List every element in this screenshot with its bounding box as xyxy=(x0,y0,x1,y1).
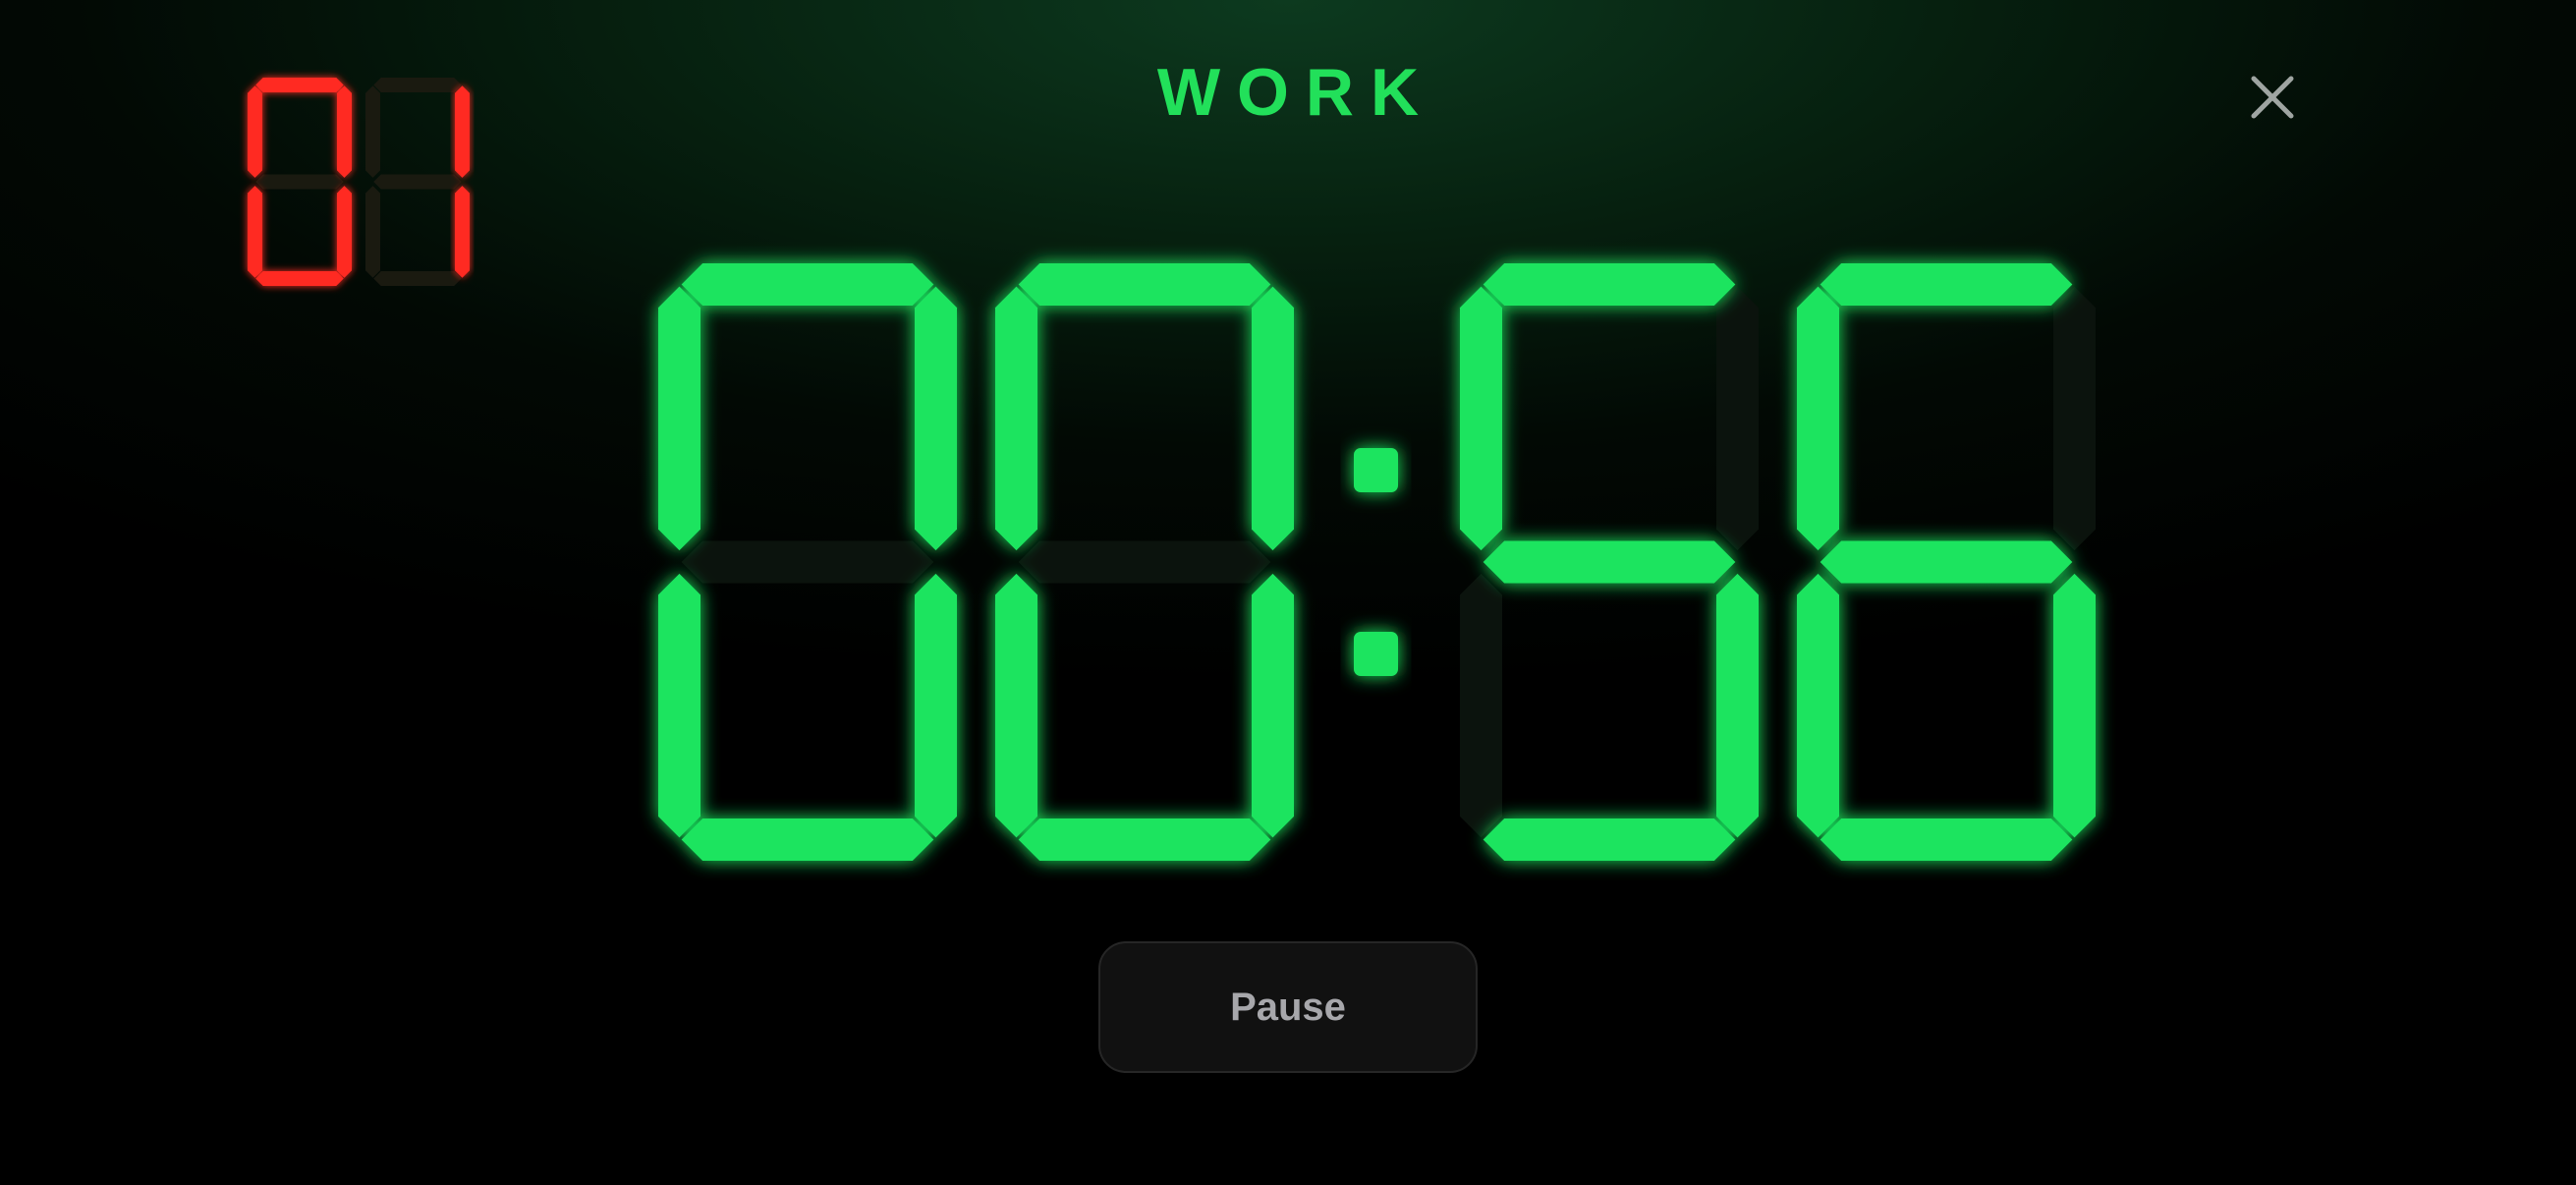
round-digit-2-segment-c xyxy=(455,186,470,278)
timer-digit-2-segment-a xyxy=(1018,263,1271,306)
colon-dot-top xyxy=(1354,448,1398,492)
round-digit-2-segment-b xyxy=(455,85,470,178)
timer-colon xyxy=(1354,448,1398,676)
timer-digit-3-segment-f xyxy=(1460,286,1502,551)
colon-dot-bottom xyxy=(1354,632,1398,676)
timer-digit-4-segment-e xyxy=(1797,573,1839,838)
timer-digit-2-segment-f xyxy=(995,286,1037,551)
timer-digit-1-segment-f xyxy=(658,286,700,551)
timer-digit-1-segment-d xyxy=(681,818,934,861)
timer-digit-3-segment-e xyxy=(1460,573,1502,838)
round-digit-2 xyxy=(365,78,470,286)
round-digit-1-segment-b xyxy=(337,85,352,178)
timer-digit-4-segment-d xyxy=(1820,818,2073,861)
round-digit-2-segment-d xyxy=(373,271,462,286)
round-digit-2-segment-e xyxy=(365,186,380,278)
round-digit-1 xyxy=(248,78,352,286)
timer-digit-2-segment-d xyxy=(1018,818,1271,861)
timer-screen: WORK Pause xyxy=(0,0,2576,1185)
timer-digit-4-segment-a xyxy=(1820,263,2073,306)
timer-digit-1-segment-b xyxy=(915,286,957,551)
round-digit-1-segment-f xyxy=(248,85,262,178)
timer-digit-3-segment-a xyxy=(1483,263,1736,306)
timer-digit-2-segment-g xyxy=(1018,540,1271,584)
timer-digit-1-segment-e xyxy=(658,573,700,838)
round-counter xyxy=(248,78,470,286)
timer-digit-1 xyxy=(658,263,957,861)
timer-digit-1-segment-c xyxy=(915,573,957,838)
timer-digit-2-segment-e xyxy=(995,573,1037,838)
timer-digit-2 xyxy=(995,263,1294,861)
timer-digit-2-segment-c xyxy=(1252,573,1294,838)
round-digit-1-segment-d xyxy=(255,271,344,286)
timer-digit-4-segment-g xyxy=(1820,540,2073,584)
round-digit-2-segment-g xyxy=(373,174,462,190)
timer-digit-2-segment-b xyxy=(1252,286,1294,551)
timer-digit-3 xyxy=(1460,263,1759,861)
timer-digit-3-segment-d xyxy=(1483,818,1736,861)
round-digit-1-segment-a xyxy=(255,78,344,92)
pause-button[interactable]: Pause xyxy=(1098,941,1478,1073)
round-digit-1-segment-c xyxy=(337,186,352,278)
timer-display xyxy=(658,263,2096,861)
timer-digit-4-segment-f xyxy=(1797,286,1839,551)
timer-digit-4 xyxy=(1797,263,2096,861)
timer-digit-4-segment-b xyxy=(2053,286,2096,551)
timer-digit-3-segment-g xyxy=(1483,540,1736,584)
timer-digit-4-segment-c xyxy=(2053,573,2096,838)
round-digit-1-segment-g xyxy=(255,174,344,190)
round-digit-2-segment-f xyxy=(365,85,380,178)
round-digit-1-segment-e xyxy=(248,186,262,278)
timer-digit-3-segment-c xyxy=(1716,573,1759,838)
round-digit-2-segment-a xyxy=(373,78,462,92)
timer-digit-3-segment-b xyxy=(1716,286,1759,551)
timer-digit-1-segment-a xyxy=(681,263,934,306)
timer-digit-1-segment-g xyxy=(681,540,934,584)
